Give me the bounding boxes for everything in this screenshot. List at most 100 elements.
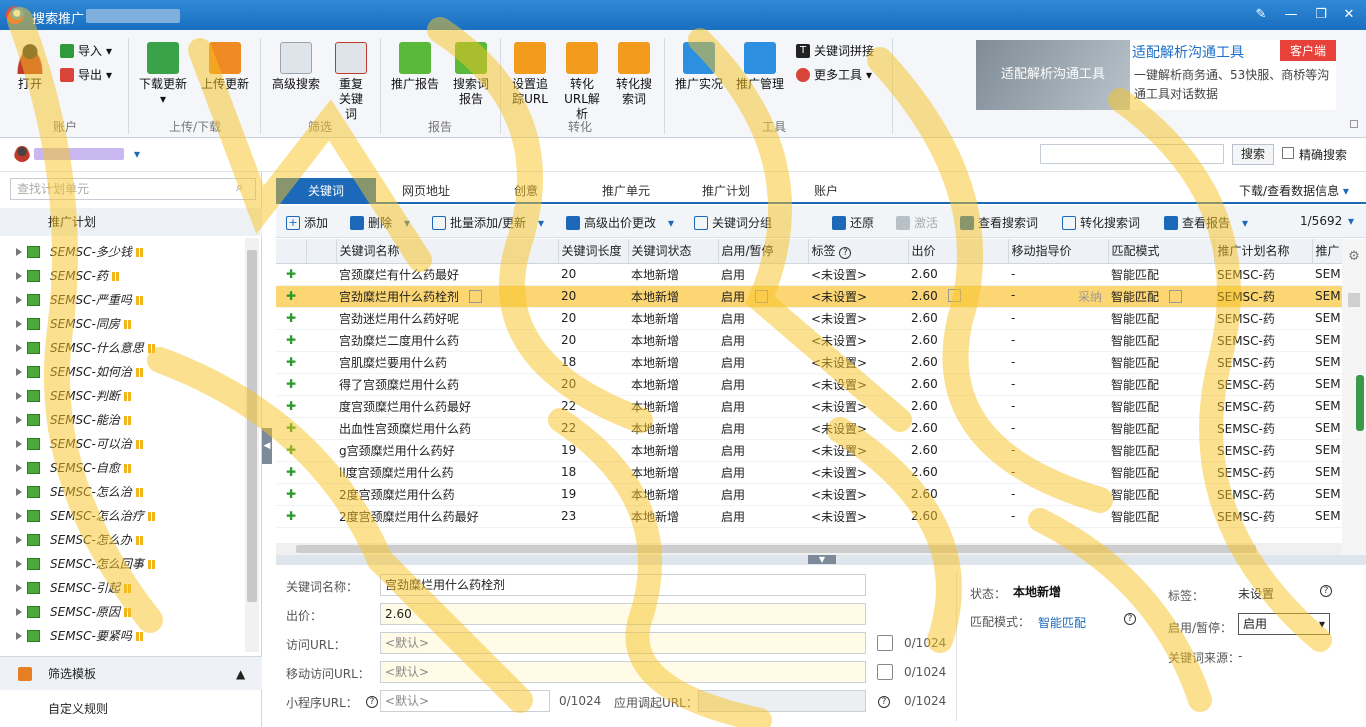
cell-unit[interactable]: SEM [1312,329,1342,352]
cell-tag[interactable]: <未设置> [808,307,908,330]
expand-arrow-icon[interactable] [16,440,22,448]
help-icon[interactable]: ? [1320,585,1332,597]
cell-status[interactable]: 本地新增 [628,373,718,396]
cell-bid[interactable]: 2.60 [908,439,1008,462]
expand-arrow-icon[interactable] [16,344,22,352]
batch-add-button[interactable]: 批量添加/更新 ▾ [432,214,544,231]
cell-plan[interactable]: SEMSC-药 [1214,285,1312,308]
add-row-icon[interactable]: ✚ [276,395,306,418]
cell-tag[interactable]: <未设置> [808,439,908,462]
mini-url-field[interactable]: <默认> [380,690,550,712]
plan-item[interactable]: SEMSC-怎么办 [0,528,244,552]
cell-on[interactable]: 启用 [718,351,808,374]
cell-bid[interactable]: 2.60 [908,373,1008,396]
cell-on[interactable]: 启用 [718,263,808,286]
plan-item[interactable]: SEMSC-原因 [0,600,244,624]
col-unit[interactable]: 推广 [1312,239,1342,264]
activate-button[interactable]: 激活 [896,214,938,231]
table-row[interactable]: ✚ 出血性宫颈糜烂用什么药 22 本地新增 启用 <未设置> 2.60 - 智能匹配 SEMSC-… [276,417,1342,440]
cell-bid[interactable]: 2.60 [908,263,1008,286]
vscroll-thumb[interactable] [1348,293,1360,307]
row-select-cell[interactable] [306,285,336,308]
cell-len[interactable]: 20 [558,307,628,330]
col-select[interactable] [306,239,337,264]
row-select-cell[interactable] [306,439,336,462]
cell-mob[interactable]: - [1008,351,1108,374]
cell-match[interactable]: 智能匹配 [1108,307,1214,330]
tab-plan[interactable]: 推广计划 [676,178,776,204]
cell-match[interactable]: 智能匹配 [1108,439,1214,462]
cell-kw[interactable]: ll度宫颈糜烂用什么药 [336,461,558,484]
cell-match[interactable]: 智能匹配 [1108,373,1214,396]
cell-tag[interactable]: <未设置> [808,417,908,440]
expand-arrow-icon[interactable] [16,632,22,640]
cell-match[interactable]: 智能匹配 [1108,461,1214,484]
add-row-icon[interactable]: ✚ [276,461,306,484]
cell-on[interactable]: 启用 [718,483,808,506]
plan-list-scrollbar[interactable] [245,238,259,652]
row-select-cell[interactable] [306,373,336,396]
add-row-icon[interactable]: ✚ [276,307,306,330]
delete-button[interactable]: 删除 ▾ [350,214,410,231]
add-button[interactable]: + 添加 [286,214,328,231]
help-icon[interactable]: ? [1124,613,1136,625]
plan-item[interactable]: SEMSC-要紧吗 [0,624,244,648]
restore-icon[interactable]: ❐ [1312,6,1330,24]
cell-plan[interactable]: SEMSC-药 [1214,417,1312,440]
filter-template-header[interactable]: 筛选模板 ▲ [0,656,262,690]
plan-search-input[interactable]: 查找计划单元 [10,178,256,200]
expand-arrow-icon[interactable] [16,320,22,328]
collapse-down-icon[interactable]: ▼ [808,555,836,564]
convert-search-word-button[interactable]: 转化搜索词 [1062,214,1140,231]
cell-bid[interactable]: 2.60 [908,307,1008,330]
search-button[interactable]: 搜索 [1232,144,1274,165]
cell-len[interactable]: 20 [558,373,628,396]
cell-mob[interactable]: - [1008,263,1108,286]
cell-kw[interactable]: 2度宫颈糜烂用什么药 [336,483,558,506]
cell-kw[interactable]: g宫颈糜烂用什么药好 [336,439,558,462]
cell-match[interactable]: 智能匹配 [1108,263,1214,286]
cell-len[interactable]: 20 [558,285,628,308]
tab-url[interactable]: 网页地址 [376,178,476,204]
app-url-field[interactable] [698,690,866,712]
onoff-select[interactable]: 启用 ▾ [1238,613,1330,635]
expand-arrow-icon[interactable] [16,584,22,592]
row-select-cell[interactable] [306,417,336,440]
cell-plan[interactable]: SEMSC-药 [1214,483,1312,506]
cell-unit[interactable]: SEM [1312,307,1342,330]
add-row-icon[interactable]: ✚ [276,285,306,308]
restore-button[interactable]: 还原 [832,214,874,231]
cell-unit[interactable]: SEM [1312,373,1342,396]
cell-status[interactable]: 本地新增 [628,263,718,286]
cell-kw[interactable]: 宫肌糜烂要用什么药 [336,351,558,374]
cell-unit[interactable]: SEM [1312,417,1342,440]
cell-plan[interactable]: SEMSC-药 [1214,351,1312,374]
cell-bid[interactable]: 2.60 [908,285,1008,308]
tab-unit[interactable]: 推广单元 [576,178,676,204]
plan-item[interactable]: SEMSC-可以治 [0,432,244,456]
plan-item[interactable]: SEMSC-怎么治 [0,480,244,504]
promo-live-button[interactable]: 推广实况 [672,42,726,92]
cell-status[interactable]: 本地新增 [628,483,718,506]
cell-on[interactable]: 启用 [718,329,808,352]
help-icon[interactable]: ? [366,696,378,708]
cell-unit[interactable]: SEM [1312,461,1342,484]
add-row-icon[interactable]: ✚ [276,263,306,286]
cell-status[interactable]: 本地新增 [628,505,718,528]
row-select-cell[interactable] [306,351,336,374]
col-mobile-price[interactable]: 移动指导价 [1008,239,1109,264]
view-report-button[interactable]: 查看报告 ▾ [1164,214,1248,231]
external-link-icon[interactable] [877,664,893,680]
table-row[interactable]: ✚ ll度宫颈糜烂用什么药 18 本地新增 启用 <未设置> 2.60 - 智能匹配 SEMSC-… [276,461,1342,484]
plan-item[interactable]: SEMSC-能治 [0,408,244,432]
expand-arrow-icon[interactable] [16,248,22,256]
match-value-link[interactable]: 智能匹配 [1038,614,1086,631]
cell-plan[interactable]: SEMSC-药 [1214,461,1312,484]
cell-bid[interactable]: 2.60 [908,351,1008,374]
keyword-group-button[interactable]: 关键词分组 [694,214,772,231]
expand-arrow-icon[interactable] [16,608,22,616]
expand-arrow-icon[interactable] [16,296,22,304]
cell-mob[interactable]: - [1008,505,1108,528]
col-match[interactable]: 匹配模式 [1108,239,1215,264]
settings-gear-icon[interactable]: ⚙ [1346,249,1362,265]
